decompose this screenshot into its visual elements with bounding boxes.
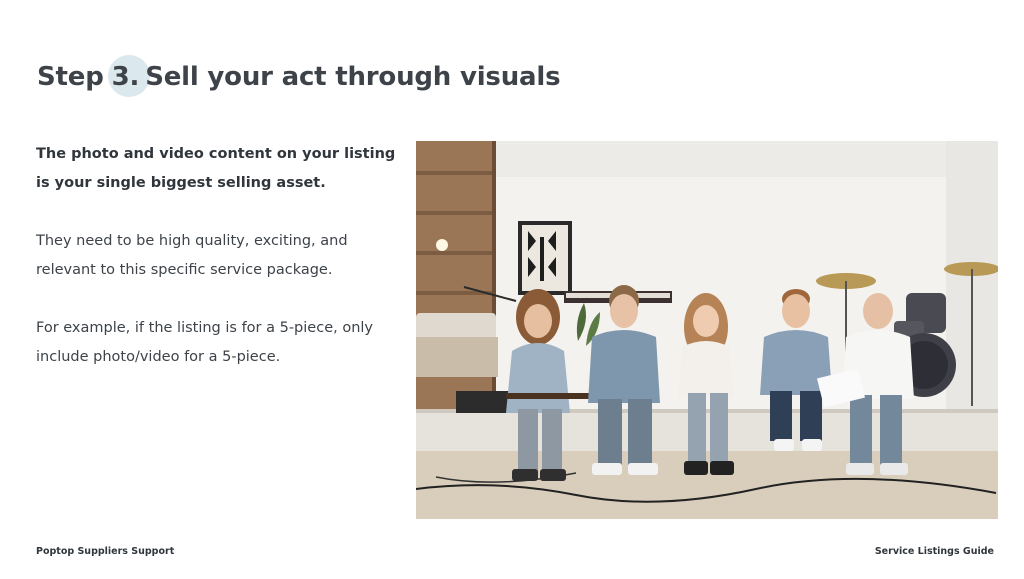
lead-paragraph: The photo and video content on your list… [36,146,396,191]
band-photo [416,141,998,519]
paragraph-2: For example, if the listing is for a 5-p… [36,320,373,365]
step-word: Step [37,62,104,92]
band-photo-illustration [416,141,998,519]
footer-right: Service Listings Guide [874,546,994,557]
paragraph-1: They need to be high quality, exciting, … [36,233,348,278]
footer-left: Poptop Suppliers Support [36,546,175,557]
body-text: The photo and video content on your list… [36,140,396,401]
page-title: Step 3. Sell your act through visuals [37,55,561,97]
step-number: 3. [111,62,140,92]
title-text: Sell your act through visuals [145,62,561,92]
step-number-badge: 3. [107,55,150,97]
